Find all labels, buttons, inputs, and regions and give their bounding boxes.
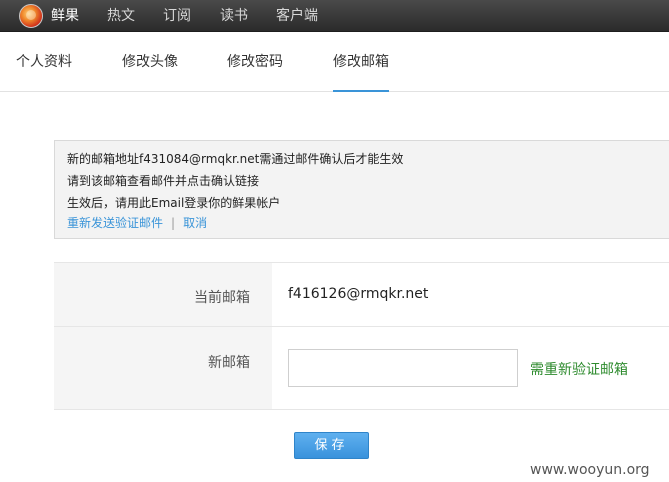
tab-profile[interactable]: 个人资料 <box>16 32 72 92</box>
row-divider <box>54 326 669 327</box>
notice-line-2: 请到该邮箱查看邮件并点击确认链接 <box>67 174 260 188</box>
notice-line-3: 生效后，请用此Email登录你的鲜果帐户 <box>67 196 281 210</box>
tab-avatar[interactable]: 修改头像 <box>122 32 178 92</box>
topnav-hot[interactable]: 热文 <box>107 0 135 32</box>
reverify-hint: 需重新验证邮箱 <box>530 362 628 378</box>
new-email-input[interactable] <box>288 349 518 387</box>
tab-password[interactable]: 修改密码 <box>227 32 283 92</box>
settings-tabs: 个人资料 修改头像 修改密码 修改邮箱 <box>0 32 669 92</box>
xianguo-logo-icon[interactable] <box>19 4 43 28</box>
form-label-column <box>54 263 272 409</box>
notice-line-1: 新的邮箱地址f431084@rmqkr.net需通过邮件确认后才能生效 <box>67 152 404 166</box>
tab-email[interactable]: 修改邮箱 <box>333 32 389 92</box>
resend-verification-link[interactable]: 重新发送验证邮件 <box>67 216 163 230</box>
email-pending-notice: 新的邮箱地址f431084@rmqkr.net需通过邮件确认后才能生效 请到该邮… <box>54 140 669 239</box>
cancel-link[interactable]: 取消 <box>183 216 207 230</box>
new-email-label: 新邮箱 <box>208 355 250 371</box>
current-email-label: 当前邮箱 <box>194 290 250 306</box>
top-navbar: 鲜果 热文 订阅 读书 客户端 <box>0 0 669 32</box>
watermark: www.wooyun.org <box>530 462 650 478</box>
topnav-xianguo[interactable]: 鲜果 <box>51 0 79 32</box>
topnav-client[interactable]: 客户端 <box>276 0 318 32</box>
email-form: 当前邮箱 f416126@rmqkr.net 新邮箱 需重新验证邮箱 <box>54 262 669 410</box>
save-button[interactable]: 保存 <box>294 432 369 459</box>
topnav-subscribe[interactable]: 订阅 <box>163 0 191 32</box>
current-email-value: f416126@rmqkr.net <box>288 286 429 302</box>
link-separator: | <box>171 216 176 230</box>
topnav-reading[interactable]: 读书 <box>220 0 248 32</box>
notice-actions: 重新发送验证邮件 | 取消 <box>67 214 207 231</box>
